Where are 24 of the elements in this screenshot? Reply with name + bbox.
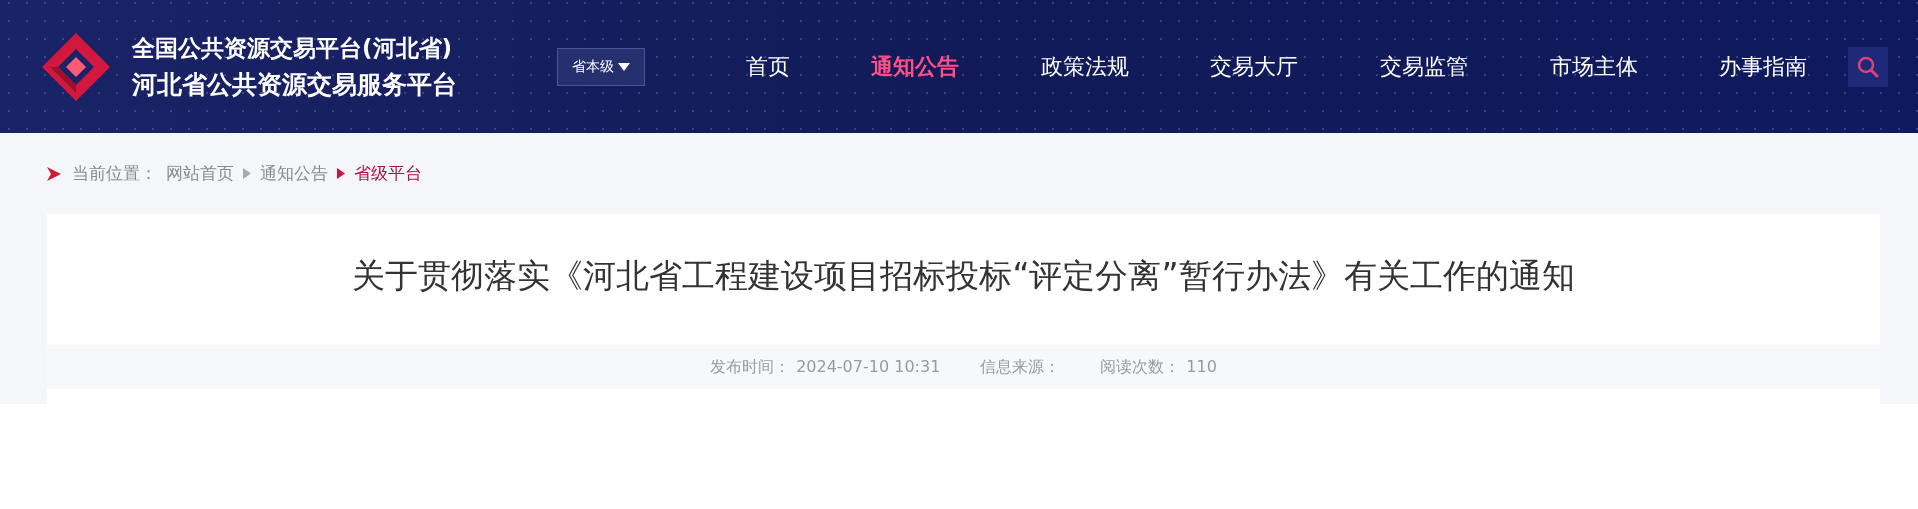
breadcrumb-link[interactable]: 省级平台 [354,162,422,185]
meta-label: 信息来源： [980,356,1061,378]
meta-value: 2024-07-10 10:31 [796,356,941,378]
nav-item[interactable]: 交易监管 [1376,45,1473,88]
triangle-icon [337,168,345,179]
nav-item[interactable]: 交易大厅 [1206,45,1303,88]
triangle-icon [243,168,251,179]
meta-label: 发布时间： [710,356,791,378]
nav-item[interactable]: 通知公告 [867,45,964,88]
breadcrumb-label: 当前位置： [72,162,157,185]
article-title: 关于贯彻落实《河北省工程建设项目招标投标“评定分离”暂行办法》有关工作的通知 [351,255,1576,297]
platform-title: 全国公共资源交易平台(河北省) [132,33,454,63]
caret-icon [618,62,630,71]
level-dropdown[interactable]: 省本级 [557,47,645,86]
nav-item[interactable]: 办事指南 [1715,45,1812,88]
search-icon [1856,54,1880,79]
meta-label: 阅读次数： [1100,356,1181,378]
platform-subtitle: 河北省公共资源交易服务平台 [132,68,457,101]
nav-item[interactable]: 市场主体 [1545,45,1642,88]
meta-value: 110 [1186,356,1217,378]
nav-item[interactable]: 政策法规 [1036,45,1133,88]
nav-item[interactable]: 首页 [741,45,794,88]
chevron-icon [45,164,63,183]
search-button[interactable] [1848,46,1888,87]
